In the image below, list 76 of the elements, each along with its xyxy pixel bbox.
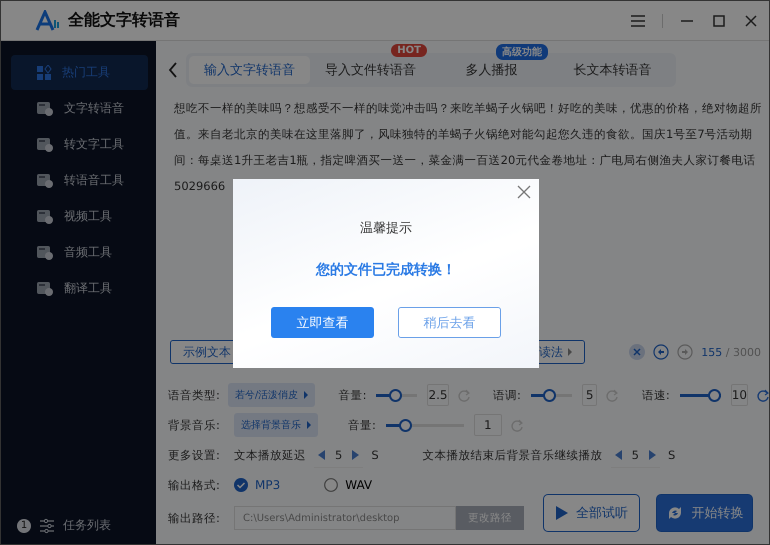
setting-label: 背景音乐: [168, 418, 221, 432]
setting-label: 文本播放延迟 [234, 448, 306, 462]
logo-icon [35, 10, 60, 32]
decrease-icon[interactable] [318, 450, 325, 460]
setting-label: 输出路径: [168, 510, 221, 526]
app-title: 全能文字转语音 [68, 10, 181, 31]
slider-thumb[interactable] [389, 388, 402, 402]
dropdown-button[interactable]: 若兮/活泼俏皮 [228, 383, 316, 407]
grid-icon [36, 64, 52, 80]
radio-icon [324, 478, 338, 492]
slider-label: 音量: [348, 418, 376, 432]
tab-badge: 高级功能 [496, 44, 548, 60]
document-gear-icon [36, 100, 54, 117]
action-button[interactable]: 开始转换 [656, 494, 753, 532]
sidebar-item[interactable]: 转语音工具 [11, 163, 148, 198]
sliders-icon [39, 518, 55, 534]
play-icon [555, 506, 568, 520]
slider-thumb[interactable] [543, 388, 556, 402]
sidebar-item[interactable]: 翻译工具 [11, 271, 148, 306]
back-icon[interactable] [168, 62, 178, 78]
slider-value[interactable]: 1 [474, 414, 502, 436]
caret-icon [304, 391, 308, 399]
menu-icon[interactable] [630, 12, 646, 28]
increase-icon[interactable] [648, 450, 656, 460]
setting-label: 输出格式: [168, 478, 221, 492]
format-radio[interactable]: MP3 [234, 478, 280, 492]
unit-label: S [668, 448, 676, 462]
dialog-title: 温馨提示 [360, 220, 412, 237]
undo-icon[interactable] [653, 344, 670, 360]
setting-label: 语音类型: [168, 388, 220, 402]
dialog-button[interactable]: 稍后去看 [398, 307, 501, 338]
sidebar-item[interactable]: 视频工具 [11, 199, 148, 234]
slider-label: 音量: [338, 388, 366, 402]
stepper-value[interactable]: 5 [632, 448, 639, 462]
output-path-field[interactable]: C:\Users\Administrator\desktop [234, 506, 456, 530]
clear-icon[interactable] [629, 344, 646, 360]
slider-label: 语速: [642, 388, 670, 402]
dropdown-button[interactable]: 选择背景音乐 [234, 413, 318, 437]
tab[interactable]: 长文本转语音 [552, 56, 673, 84]
tab-badge: HOT [391, 44, 427, 57]
sidebar-item[interactable]: 转文字工具 [11, 127, 148, 162]
dialog-button[interactable]: 立即查看 [271, 307, 374, 338]
maximize-icon[interactable] [711, 12, 727, 28]
slider-thumb[interactable] [708, 388, 721, 402]
stepper-value[interactable]: 5 [335, 448, 342, 462]
dialog-message: 您的文件已完成转换！ [316, 261, 456, 279]
document-gear-icon [36, 136, 54, 153]
sidebar-item[interactable]: 音频工具 [11, 235, 148, 270]
radio-icon [234, 478, 248, 492]
slider-thumb[interactable] [398, 418, 412, 432]
caret-icon [568, 348, 572, 356]
redo-icon[interactable] [677, 344, 694, 360]
decrease-icon[interactable] [614, 450, 622, 460]
close-icon[interactable] [743, 12, 759, 28]
format-radio[interactable]: WAV [324, 478, 372, 492]
setting-label: 文本播放结束后背景音乐继续播放 [422, 448, 603, 462]
task-list-link[interactable]: 任务列表 [63, 517, 111, 534]
task-count-badge: 1 [17, 518, 31, 532]
action-button[interactable]: 全部试听 [543, 494, 640, 532]
caret-icon [307, 421, 311, 429]
document-gear-icon [36, 208, 54, 225]
slider-label: 语调: [492, 388, 521, 402]
slider-value[interactable]: 2.5 [427, 384, 449, 406]
close-icon[interactable] [517, 185, 531, 199]
increase-icon[interactable] [352, 450, 360, 460]
tab[interactable]: 导入文件转语音 [310, 56, 431, 84]
setting-label: 更多设置: [168, 448, 221, 462]
slider-value[interactable]: 5 [582, 384, 598, 406]
document-gear-icon [36, 244, 54, 261]
reset-icon[interactable] [756, 388, 769, 402]
sidebar-item[interactable]: 文字转语音 [11, 91, 148, 126]
document-gear-icon [36, 172, 54, 189]
unit-label: S [371, 448, 379, 462]
tab[interactable]: 输入文字转语音 [189, 56, 310, 84]
document-gear-icon [36, 280, 54, 297]
slider-value[interactable]: 10 [730, 384, 748, 406]
